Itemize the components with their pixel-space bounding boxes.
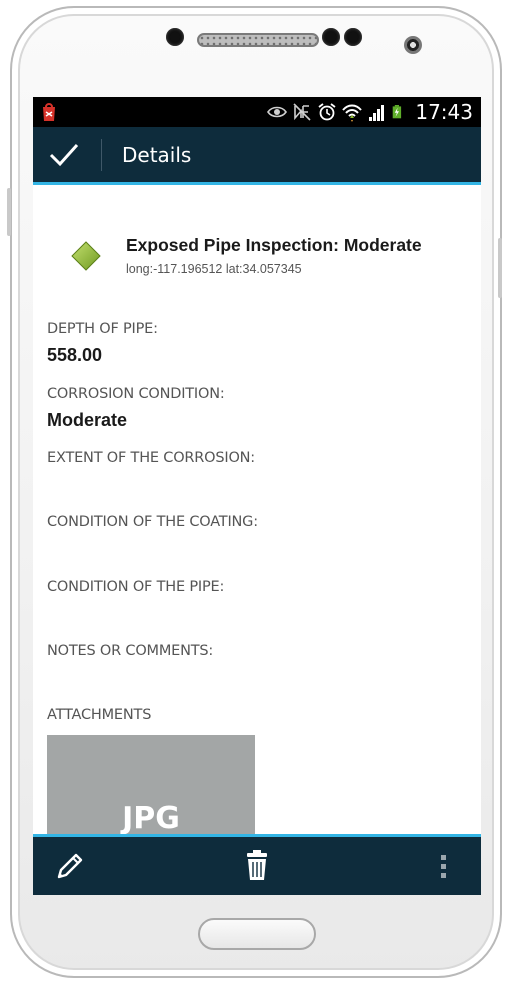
proximity-sensor <box>166 28 184 46</box>
page-title: Details <box>122 143 192 167</box>
status-icons: 17:43 <box>267 97 473 127</box>
field-label-corrosion-condition: CORROSION CONDITION: <box>47 386 225 402</box>
front-camera <box>404 36 422 54</box>
action-bar: Details <box>33 127 481 185</box>
volume-button <box>7 188 11 236</box>
light-sensor <box>322 28 340 46</box>
nfc-mute-icon <box>293 103 311 121</box>
signal-icon <box>369 105 385 121</box>
action-bar-divider <box>101 139 102 171</box>
overflow-menu-icon[interactable] <box>439 853 449 881</box>
field-label-depth: DEPTH OF PIPE: <box>47 321 158 337</box>
check-icon[interactable] <box>49 141 79 169</box>
wifi-icon <box>342 104 363 122</box>
diamond-point-symbol-icon <box>71 241 101 271</box>
attachment-thumbnail[interactable]: JPG <box>47 735 255 837</box>
status-time: 17:43 <box>415 100 473 124</box>
eye-icon <box>267 106 288 118</box>
app-notification-icon <box>43 103 55 121</box>
phone-screen: 17:43 Details Exposed Pipe Inspection: M… <box>33 97 481 895</box>
field-label-pipe: CONDITION OF THE PIPE: <box>47 579 225 595</box>
feature-title: Exposed Pipe Inspection: Moderate <box>126 235 422 255</box>
earpiece-speaker <box>197 33 319 47</box>
field-value-depth: 558.00 <box>47 345 103 365</box>
edit-pencil-icon[interactable] <box>53 851 85 883</box>
trash-icon[interactable] <box>245 849 269 881</box>
alarm-icon <box>318 103 336 121</box>
home-button[interactable] <box>198 918 316 950</box>
status-bar: 17:43 <box>33 97 481 127</box>
field-label-extent: EXTENT OF THE CORROSION: <box>47 450 255 466</box>
power-button <box>498 238 502 298</box>
feature-coordinates: long:-117.196512 lat:34.057345 <box>126 262 302 276</box>
attachments-label: ATTACHMENTS <box>47 707 152 723</box>
field-label-coating: CONDITION OF THE COATING: <box>47 514 258 530</box>
battery-charging-icon <box>393 105 402 119</box>
attachment-type-label: JPG <box>122 801 180 836</box>
details-content[interactable]: Exposed Pipe Inspection: Moderate long:-… <box>33 185 481 837</box>
light-sensor-2 <box>344 28 362 46</box>
field-value-corrosion-condition: Moderate <box>47 410 128 430</box>
field-label-notes: NOTES OR COMMENTS: <box>47 643 214 659</box>
bottom-action-bar <box>33 834 481 895</box>
